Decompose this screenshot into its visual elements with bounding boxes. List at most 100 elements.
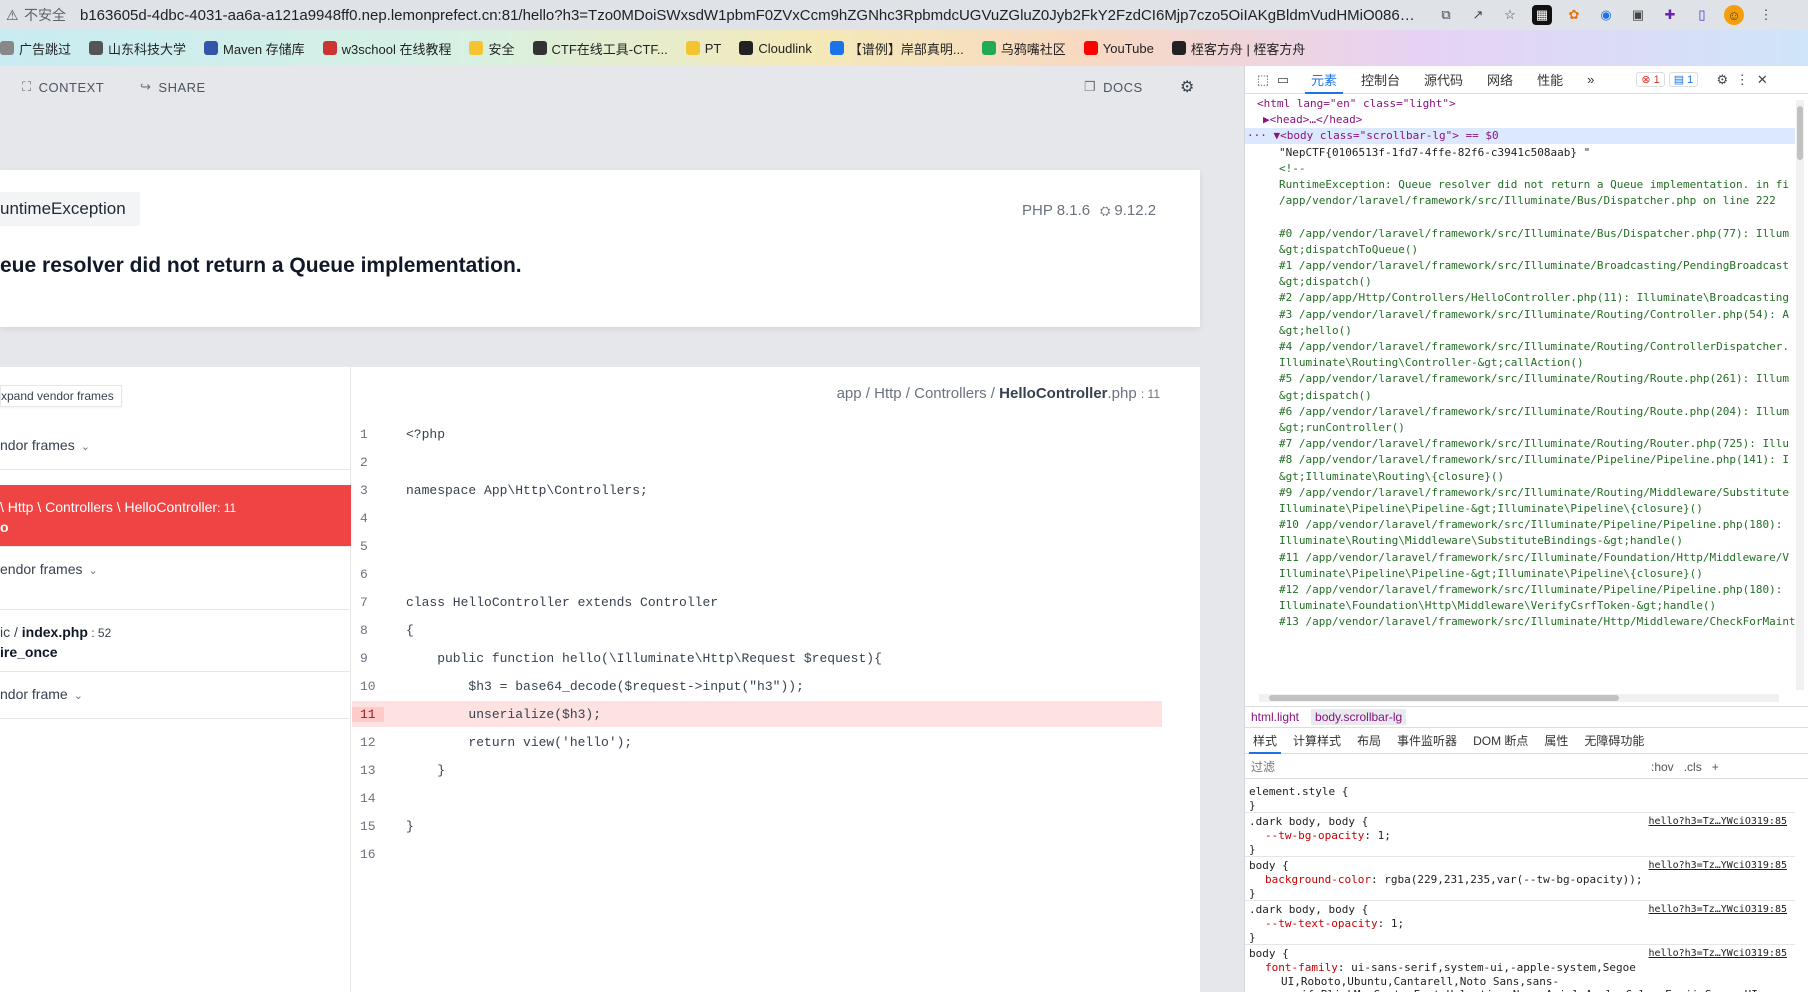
styles-tab[interactable]: 布局 [1349, 728, 1389, 754]
translate-icon[interactable]: ⧉ [1436, 5, 1456, 25]
dom-node[interactable]: #1 /app/vendor/laravel/framework/src/Ill… [1245, 258, 1795, 274]
dom-node[interactable]: <html lang="en" class="light"> [1245, 96, 1795, 112]
gear-icon[interactable]: ⚙ [1712, 70, 1732, 90]
error-badge[interactable]: ⊗ 1 [1636, 72, 1665, 87]
url-text[interactable]: b163605d-4dbc-4031-aa6a-a121a9948ff0.nep… [80, 7, 1420, 24]
dom-node[interactable]: #7 /app/vendor/laravel/framework/src/Ill… [1245, 436, 1795, 452]
stack-frame[interactable]: ndor frames ⌄ [0, 423, 351, 470]
dom-node[interactable]: &gt;Illuminate\Routing\{closure}() [1245, 469, 1795, 485]
styles-tab[interactable]: 事件监听器 [1389, 728, 1465, 754]
dom-node[interactable]: &gt;dispatch() [1245, 274, 1795, 290]
dom-node[interactable]: #11 /app/vendor/laravel/framework/src/Il… [1245, 550, 1795, 566]
docs-link[interactable]: ❒ DOCS [1084, 79, 1143, 95]
devtools-tab[interactable]: 网络 [1475, 66, 1525, 94]
message-badge[interactable]: ▤ 1 [1668, 72, 1699, 87]
inspect-icon[interactable]: ⬚ [1253, 70, 1273, 90]
dom-node[interactable]: Illuminate\Routing\Middleware\Substitute… [1245, 533, 1795, 549]
bookmark-item[interactable]: 广告跳过 [0, 39, 71, 58]
dom-node[interactable]: ··· ▼<body class="scrollbar-lg"> == $0 [1245, 128, 1795, 145]
bookmark-item[interactable]: 【谱例】岸部真明... [829, 39, 964, 58]
dom-node[interactable]: RuntimeException: Queue resolver did not… [1245, 177, 1795, 193]
bookmark-item[interactable]: YouTube [1083, 41, 1154, 56]
avatar-icon[interactable]: ☺ [1724, 5, 1744, 25]
crumb-body[interactable]: body.scrollbar-lg [1311, 709, 1407, 725]
bookmark-item[interactable]: 安全 [469, 39, 515, 58]
filter-tool[interactable]: :hov [1651, 760, 1674, 774]
puzzle-icon[interactable]: ✚ [1660, 5, 1680, 25]
bookmark-item[interactable]: 山东科技大学 [89, 39, 186, 58]
stack-frame[interactable]: ndor frame ⌄ [0, 672, 351, 719]
close-icon[interactable]: ✕ [1752, 70, 1772, 90]
dom-node[interactable]: Illuminate\Foundation\Http\Middleware\Ve… [1245, 598, 1795, 614]
dom-hscrollbar[interactable] [1259, 694, 1779, 702]
stack-frame[interactable]: endor frames ⌄ [0, 547, 351, 610]
bookmark-icon [204, 41, 219, 55]
extension-icon[interactable]: ◉ [1596, 5, 1616, 25]
more-icon[interactable]: ⋮ [1732, 70, 1752, 90]
file-path: app / Http / Controllers / HelloControll… [837, 385, 1160, 402]
filter-tool[interactable]: + [1712, 760, 1719, 774]
styles-tab[interactable]: 无障碍功能 [1576, 728, 1652, 754]
menu-icon[interactable]: ⋮ [1756, 5, 1776, 25]
dom-node[interactable]: Illuminate\Pipeline\Pipeline-&gt;Illumin… [1245, 501, 1795, 517]
dom-node[interactable]: Illuminate\Routing\Controller-&gt;callAc… [1245, 355, 1795, 371]
context-link[interactable]: ⛶ CONTEXT [22, 79, 104, 95]
stack-frame[interactable]: ic / index.php : 52 ire_once [0, 610, 351, 672]
styles-tab[interactable]: 计算样式 [1285, 728, 1349, 754]
dom-node[interactable]: <!-- [1245, 161, 1795, 177]
dom-node[interactable]: &gt;hello() [1245, 323, 1795, 339]
dom-node[interactable]: #5 /app/vendor/laravel/framework/src/Ill… [1245, 371, 1795, 387]
dom-node[interactable]: &gt;dispatch() [1245, 388, 1795, 404]
styles-filter-input[interactable] [1251, 759, 1631, 774]
devtools-tab[interactable]: » [1575, 66, 1606, 94]
dom-node[interactable]: &gt;dispatchToQueue() [1245, 242, 1795, 258]
bookmark-item[interactable]: 桎客方舟 | 桎客方舟 [1171, 39, 1305, 58]
dom-node[interactable]: #2 /app/app/Http/Controllers/HelloContro… [1245, 290, 1795, 306]
styles-tab[interactable]: DOM 断点 [1465, 728, 1536, 754]
dom-node[interactable]: #13 /app/vendor/laravel/framework/src/Il… [1245, 614, 1795, 630]
dom-scrollbar[interactable] [1796, 100, 1804, 690]
dom-node[interactable]: #0 /app/vendor/laravel/framework/src/Ill… [1245, 226, 1795, 242]
extension-icon[interactable]: ▦ [1532, 5, 1552, 25]
dom-node[interactable]: Illuminate\Pipeline\Pipeline-&gt;Illumin… [1245, 566, 1795, 582]
devtools-tab[interactable]: 源代码 [1412, 66, 1475, 94]
dom-node[interactable]: #10 /app/vendor/laravel/framework/src/Il… [1245, 517, 1795, 533]
share-link[interactable]: ↪ SHARE [140, 79, 206, 95]
dom-node[interactable] [1245, 209, 1795, 225]
dom-node[interactable]: #6 /app/vendor/laravel/framework/src/Ill… [1245, 404, 1795, 420]
sidepanel-icon[interactable]: ▯ [1692, 5, 1712, 25]
bookmark-item[interactable]: CTF在线工具-CTF... [532, 39, 668, 58]
bookmark-item[interactable]: w3school 在线教程 [322, 39, 451, 58]
bookmark-item[interactable]: 乌鸦嘴社区 [981, 39, 1066, 58]
warning-icon: ⚠ [6, 6, 19, 23]
dom-node[interactable]: #3 /app/vendor/laravel/framework/src/Ill… [1245, 307, 1795, 323]
dom-node[interactable]: #8 /app/vendor/laravel/framework/src/Ill… [1245, 452, 1795, 468]
dom-node[interactable]: /app/vendor/laravel/framework/src/Illumi… [1245, 193, 1795, 209]
devtools-tab[interactable]: 元素 [1299, 66, 1349, 94]
extension-icon[interactable]: ▣ [1628, 5, 1648, 25]
styles-tab[interactable]: 属性 [1536, 728, 1576, 754]
dom-node[interactable]: #12 /app/vendor/laravel/framework/src/Il… [1245, 582, 1795, 598]
star-icon[interactable]: ☆ [1500, 5, 1520, 25]
devtools-tab[interactable]: 控制台 [1349, 66, 1412, 94]
dom-tree[interactable]: <html lang="en" class="light"> ▶<head>…</… [1245, 96, 1795, 692]
device-icon[interactable]: ▭ [1273, 70, 1293, 90]
browser-address-bar[interactable]: ⚠ 不安全 b163605d-4dbc-4031-aa6a-a121a9948f… [0, 0, 1808, 30]
devtools-tab[interactable]: 性能 [1525, 66, 1575, 94]
bookmark-item[interactable]: Cloudlink [739, 41, 812, 56]
dom-node[interactable]: #4 /app/vendor/laravel/framework/src/Ill… [1245, 339, 1795, 355]
styles-tab[interactable]: 样式 [1245, 728, 1285, 754]
filter-tool[interactable]: .cls [1684, 760, 1702, 774]
share-icon[interactable]: ↗ [1468, 5, 1488, 25]
dom-node[interactable]: &gt;runController() [1245, 420, 1795, 436]
expand-vendor-frames-button[interactable]: xpand vendor frames [0, 385, 122, 407]
bookmark-item[interactable]: PT [685, 41, 721, 56]
bookmark-item[interactable]: Maven 存储库 [204, 39, 305, 58]
dom-node[interactable]: ▶<head>…</head> [1245, 112, 1795, 128]
stack-frame[interactable]: \ Http \ Controllers \ HelloController: … [0, 485, 351, 547]
extension-icon[interactable]: ✿ [1564, 5, 1584, 25]
dom-node[interactable]: "NepCTF{0106513f-1fd7-4ffe-82f6-c3941c50… [1245, 145, 1795, 161]
settings-button[interactable]: ⚙ [1180, 77, 1195, 97]
crumb-html[interactable]: html.light [1251, 710, 1299, 724]
dom-node[interactable]: #9 /app/vendor/laravel/framework/src/Ill… [1245, 485, 1795, 501]
